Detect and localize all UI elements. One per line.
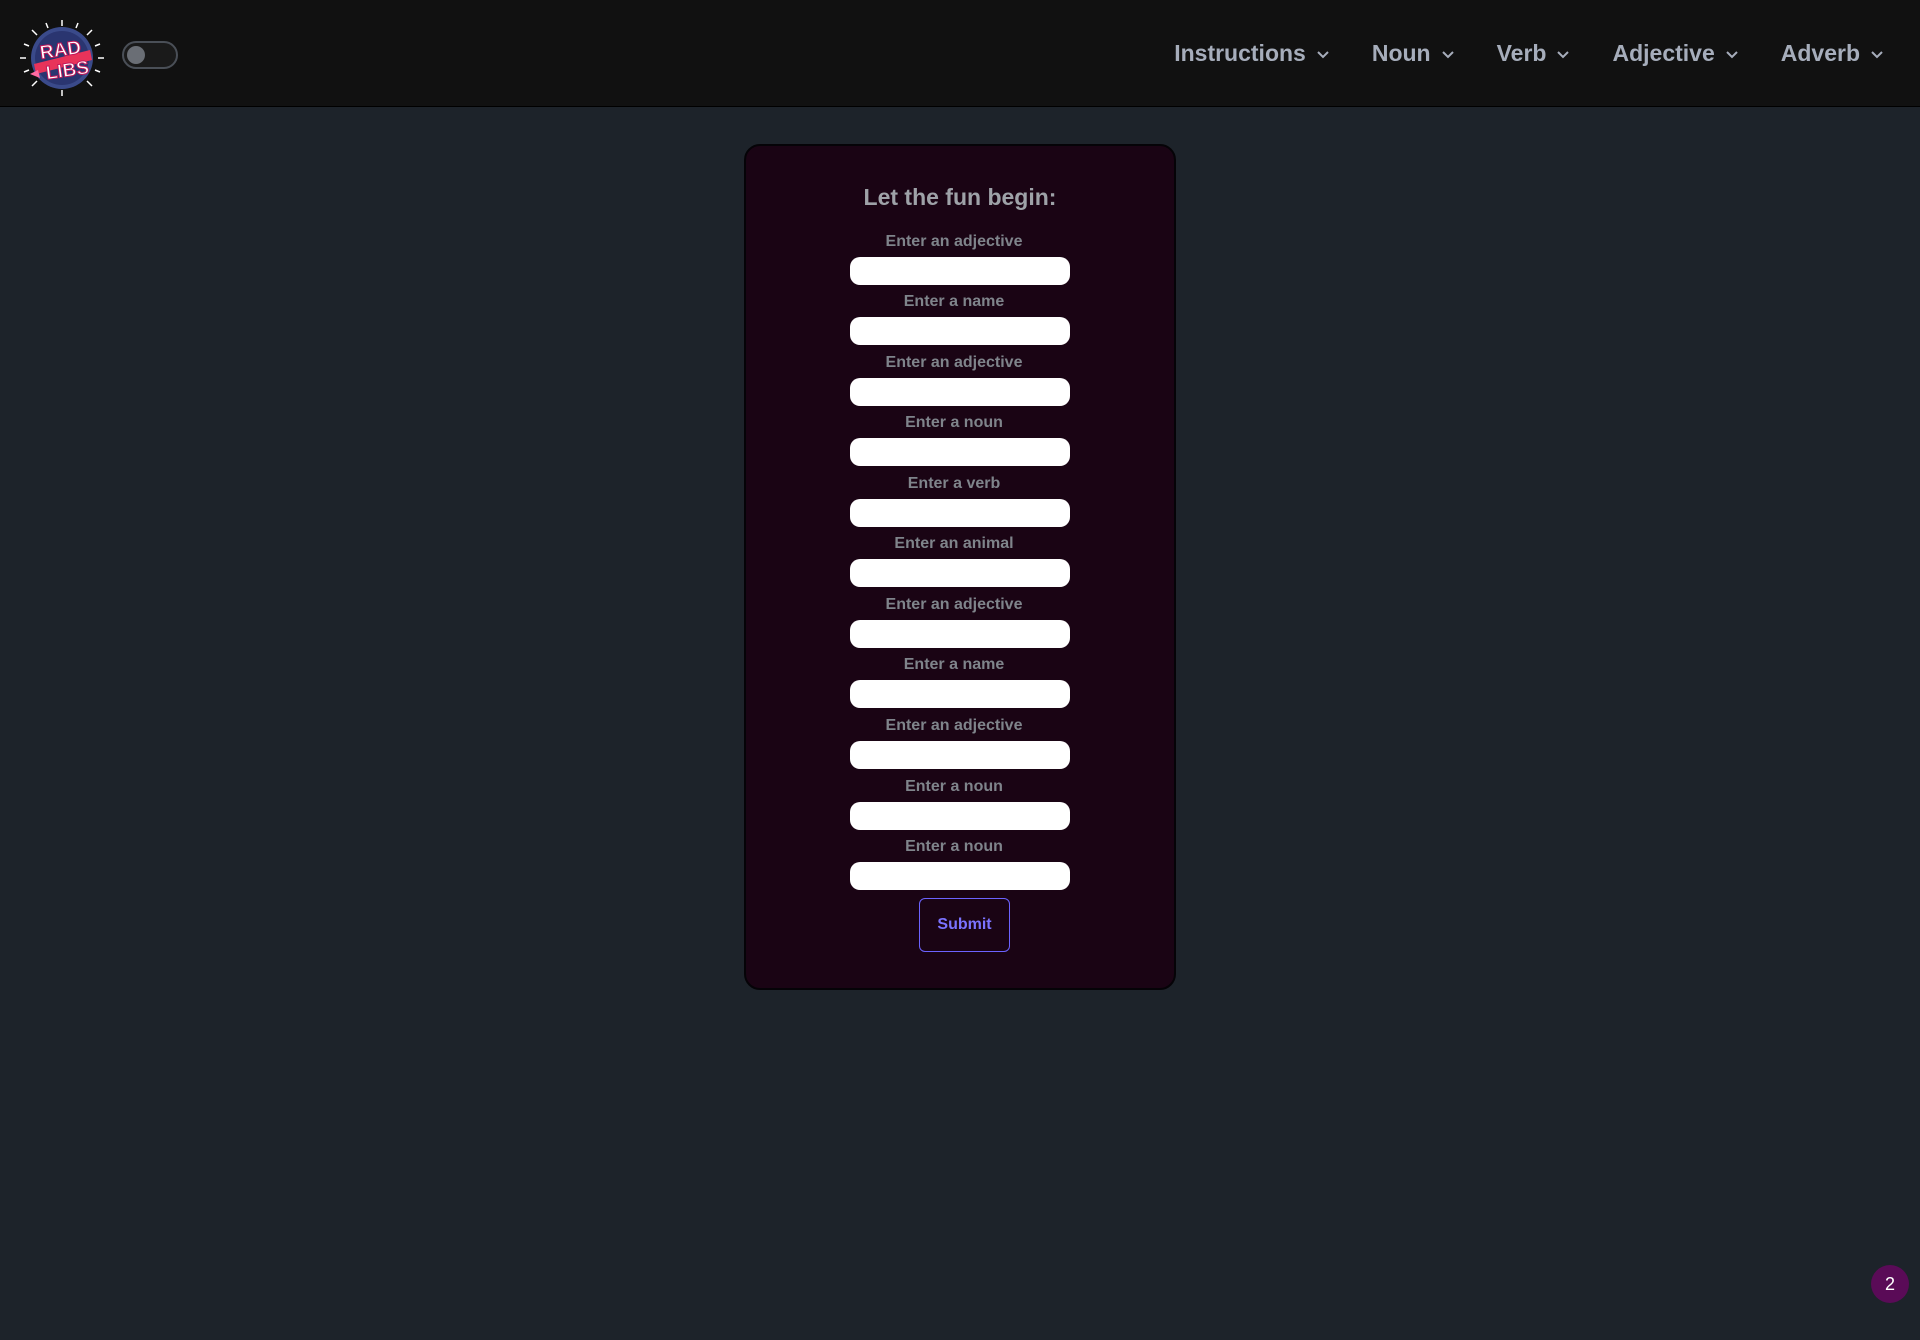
field-adjective-4: Enter an adjective — [850, 716, 1070, 769]
chevron-down-icon — [1317, 50, 1329, 58]
field-noun-3: Enter a noun — [850, 837, 1070, 890]
submit-button[interactable]: Submit — [919, 898, 1010, 952]
menu-adjective[interactable]: Adjective — [1591, 29, 1759, 79]
field-adjective-1: Enter an adjective — [850, 232, 1070, 285]
field-noun-2: Enter a noun — [850, 777, 1070, 830]
menu-label: Noun — [1371, 40, 1431, 66]
field-name-2: Enter a name — [850, 655, 1070, 708]
menu-noun[interactable]: Noun — [1351, 29, 1476, 79]
field-adjective-2: Enter an adjective — [850, 353, 1070, 406]
animal-input[interactable] — [850, 559, 1070, 587]
field-label: Enter an adjective — [885, 354, 1023, 371]
toggle-knob — [127, 46, 145, 64]
field-label: Enter a noun — [905, 414, 1003, 431]
menu-instructions[interactable]: Instructions — [1153, 29, 1351, 79]
field-label: Enter an adjective — [885, 233, 1023, 250]
adjective-input[interactable] — [850, 620, 1070, 648]
menu-verb[interactable]: Verb — [1476, 29, 1592, 79]
name-input[interactable] — [850, 680, 1070, 708]
field-animal: Enter an animal — [850, 534, 1070, 587]
field-label: Enter an adjective — [885, 596, 1023, 613]
field-label: Enter an adjective — [885, 717, 1023, 734]
noun-input[interactable] — [850, 862, 1070, 890]
main-menu: Instructions Noun Verb Adjective Adverb — [1153, 0, 1884, 107]
menu-label: Instructions — [1174, 40, 1306, 66]
chevron-down-icon — [1726, 50, 1738, 58]
name-input[interactable] — [850, 317, 1070, 345]
field-verb: Enter a verb — [850, 474, 1070, 527]
field-noun-1: Enter a noun — [850, 413, 1070, 466]
verb-input[interactable] — [850, 499, 1070, 527]
field-label: Enter an animal — [894, 535, 1014, 552]
field-name-1: Enter a name — [850, 292, 1070, 345]
menu-label: Adjective — [1612, 40, 1715, 66]
field-label: Enter a verb — [907, 475, 1001, 492]
form-title: Let the fun begin: — [863, 184, 1057, 210]
notification-badge[interactable]: 2 — [1871, 1265, 1909, 1303]
chevron-down-icon — [1871, 50, 1883, 58]
noun-input[interactable] — [850, 438, 1070, 466]
adjective-input[interactable] — [850, 257, 1070, 285]
field-label: Enter a noun — [905, 778, 1003, 795]
field-label: Enter a noun — [905, 838, 1003, 855]
menu-adverb[interactable]: Adverb — [1760, 29, 1884, 79]
adjective-input[interactable] — [850, 378, 1070, 406]
rad-libs-logo[interactable]: RAD LIBS — [20, 20, 104, 96]
noun-input[interactable] — [850, 802, 1070, 830]
adjective-input[interactable] — [850, 741, 1070, 769]
chevron-down-icon — [1441, 50, 1454, 58]
field-label: Enter a name — [903, 293, 1005, 310]
menu-label: Adverb — [1780, 40, 1860, 66]
navbar: RAD LIBS Instructions Noun Verb Adjectiv… — [0, 0, 1920, 107]
theme-toggle[interactable] — [122, 41, 178, 69]
field-adjective-3: Enter an adjective — [850, 595, 1070, 648]
menu-label: Verb — [1496, 40, 1547, 66]
field-label: Enter a name — [903, 656, 1005, 673]
chevron-down-icon — [1557, 50, 1570, 58]
